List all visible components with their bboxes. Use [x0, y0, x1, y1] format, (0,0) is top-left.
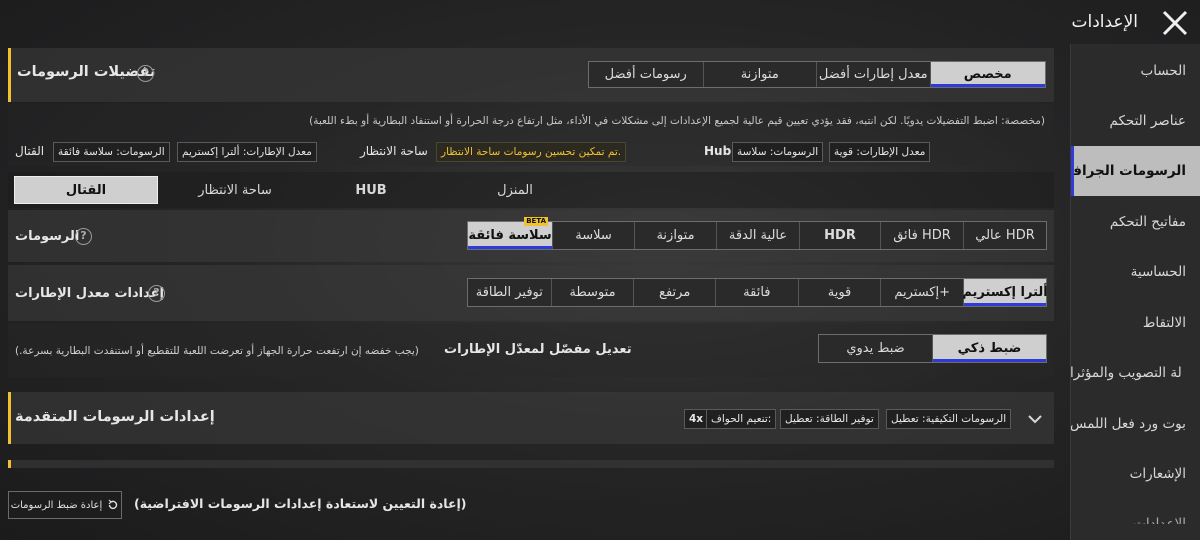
combat-graphics-chip: الرسومات: سلاسة فائقة — [53, 142, 170, 162]
fps-option-ultra[interactable]: فائقة — [715, 279, 798, 306]
adaptive-option-manual[interactable]: ضبط يدوي — [819, 335, 932, 362]
graphics-option-hdr[interactable]: HDR — [799, 222, 880, 249]
graphics-option-smooth[interactable]: سلاسة — [552, 222, 634, 249]
fps-option-power-saving[interactable]: توفير الطاقة — [468, 279, 551, 306]
tab-lobby[interactable]: ساحة الانتظار — [160, 176, 310, 204]
hub-summary-label: Hub — [704, 144, 732, 158]
pref-option-balanced[interactable]: متوازنة — [702, 62, 817, 87]
sidebar-item-more[interactable]: الإعدادات — [1071, 500, 1200, 524]
help-icon[interactable]: ? — [148, 285, 165, 302]
pref-option-better-fps[interactable]: معدل إطارات أفضل — [816, 62, 930, 87]
graphics-quality-label: الرسومات — [15, 229, 80, 244]
help-icon[interactable]: ? — [75, 228, 92, 245]
tab-combat[interactable]: القتال — [14, 176, 158, 204]
hub-fps-chip: معدل الإطارات: قوية — [829, 142, 931, 162]
close-button[interactable] — [1160, 8, 1190, 38]
fps-option-ultra-extreme[interactable]: ألترا إكستريم — [962, 279, 1048, 306]
graphics-quality-selector: سلاسة فائقة BETA سلاسة متوازنة عالية الدق… — [467, 217, 1047, 250]
adaptive-fps-label: تعديل مفصّل لمعدّل الإطارات — [444, 342, 632, 357]
lobby-notice-chip: تم تمكين تحسين رسومات ساحة الانتظار. — [436, 142, 627, 162]
fps-option-strong[interactable]: قوية — [797, 279, 881, 306]
sidebar-item-controls[interactable]: عناصر التحكم — [1071, 96, 1200, 146]
tab-home[interactable]: المنزل — [470, 176, 560, 204]
graphics-prefs-title: تفضيلات الرسومات — [17, 64, 156, 80]
power-saving-chip: توفير الطاقة: تعطيل — [780, 409, 879, 429]
fps-selector: توفير الطاقة متوسطة مرتفع فائقة قوية إكس… — [467, 278, 1048, 307]
sidebar-item-account[interactable]: الحساب — [1071, 46, 1200, 96]
section-accent — [8, 460, 11, 468]
graphics-option-ultra-hdr[interactable]: فائق HDR — [880, 222, 963, 249]
section-accent — [8, 48, 11, 102]
sidebar-item-pickup[interactable]: الالتقاط — [1071, 298, 1200, 348]
graphics-prefs-selector: رسومات أفضل متوازنة معدل إطارات أفضل مخص… — [588, 61, 1046, 88]
graphics-option-super-smooth[interactable]: سلاسة فائقة BETA — [468, 217, 552, 249]
adaptive-fps-selector: ضبط يدوي ضبط ذكي — [818, 334, 1047, 363]
sidebar-item-haptics[interactable]: بوت ورد فعل اللمس — [1071, 399, 1200, 449]
hub-graphics-chip: الرسومات: سلاسة — [732, 142, 824, 162]
custom-description: (مخصصة: اضبط التفضيلات يدويًا. لكن انتبه… — [309, 115, 1045, 127]
aa-chip: تنعيم الحواف: — [706, 409, 777, 429]
reset-icon — [108, 499, 118, 509]
graphics-option-balanced[interactable]: متوازنة — [634, 222, 716, 249]
aa-value-chip: 4x — [684, 409, 709, 429]
graphics-option-high-hdr[interactable]: عالي HDR — [963, 222, 1046, 249]
reset-note: (إعادة التعيين لاستعادة إعدادات الرسومات… — [134, 496, 467, 511]
sidebar-item-aim-effects[interactable]: لة التصويب والمؤثرا — [1071, 348, 1200, 398]
fps-option-extreme-plus[interactable]: إكستريم+ — [880, 279, 963, 306]
advanced-settings-title: إعدادات الرسومات المتقدمة — [15, 409, 215, 425]
close-icon — [1162, 10, 1188, 36]
page-title: الإعدادات — [1071, 12, 1138, 32]
tab-hub[interactable]: HUB — [336, 176, 406, 204]
sidebar-item-sensitivity[interactable]: الحساسية — [1071, 247, 1200, 297]
fps-label: إعدادات معدل الإطارات — [15, 286, 164, 301]
collapsed-section-edge — [8, 460, 1054, 468]
section-accent — [8, 392, 11, 444]
graphics-option-hd[interactable]: عالية الدقة — [716, 222, 799, 249]
adaptive-graphics-chip: الرسومات التكيفية: تعطيل — [886, 409, 1012, 429]
sidebar-item-control-keys[interactable]: مفاتيح التحكم — [1071, 197, 1200, 247]
chevron-down-icon[interactable] — [1026, 410, 1044, 428]
reset-graphics-button[interactable]: إعادة ضبط الرسومات — [8, 491, 122, 519]
combat-summary-label: القتال — [15, 144, 45, 158]
pref-option-custom[interactable]: مخصص — [929, 62, 1045, 87]
fps-option-high[interactable]: مرتفع — [633, 279, 715, 306]
adaptive-option-smart[interactable]: ضبط ذكي — [932, 335, 1046, 362]
sidebar: الحساب عناصر التحكم الرسومات الجرافيكية … — [1070, 44, 1200, 540]
adaptive-fps-note: (يجب خفضه إن ارتفعت حرارة الجهاز أو تعرض… — [15, 345, 419, 357]
sidebar-item-notifications[interactable]: الإشعارات — [1071, 449, 1200, 499]
lobby-summary-label: ساحة الانتظار — [360, 144, 428, 158]
combat-fps-chip: معدل الإطارات: ألترا إكستريم — [177, 142, 317, 162]
pref-option-better-graphics[interactable]: رسومات أفضل — [589, 62, 703, 87]
fps-option-medium[interactable]: متوسطة — [550, 279, 634, 306]
sidebar-item-graphics[interactable]: الرسومات الجرافيكية — [1071, 146, 1200, 196]
beta-badge: BETA — [524, 217, 548, 226]
help-icon[interactable]: ? — [137, 65, 154, 82]
